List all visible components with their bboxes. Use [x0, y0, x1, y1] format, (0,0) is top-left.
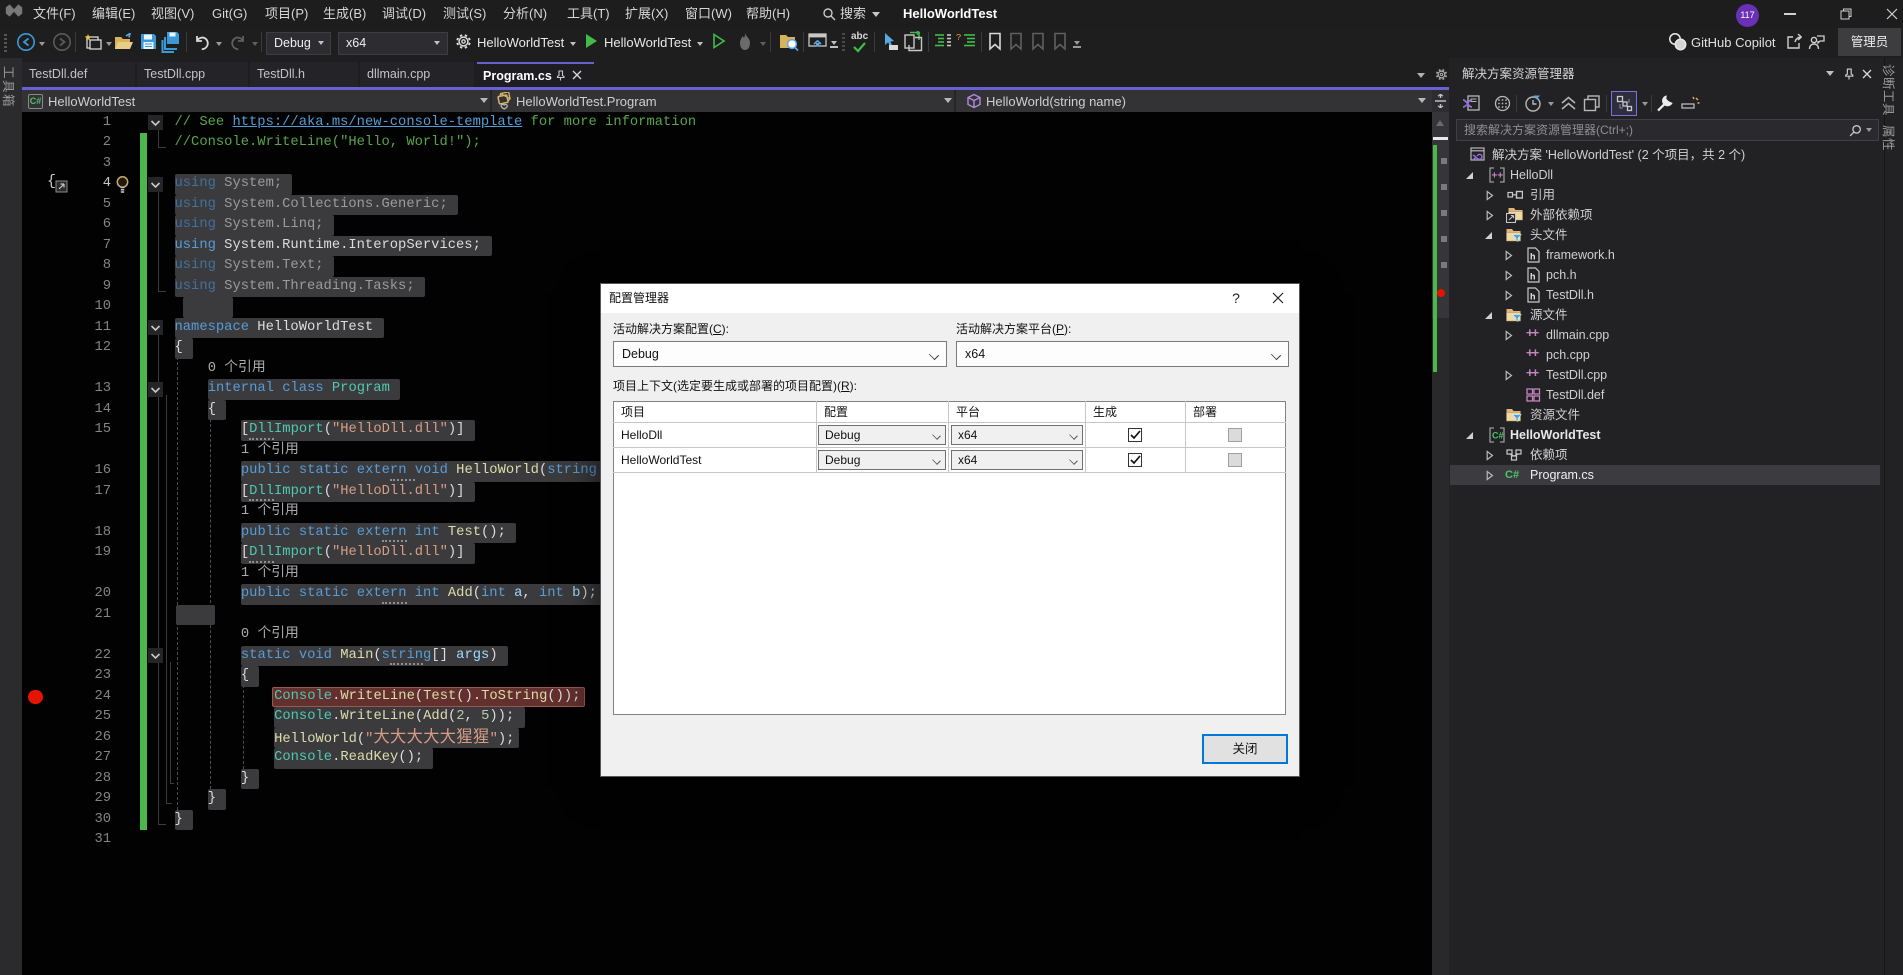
svg-text:h: h [1530, 252, 1536, 262]
svg-text:h: h [1530, 272, 1536, 282]
svg-text:C#: C# [1492, 431, 1504, 441]
svg-text:h: h [1530, 292, 1536, 302]
svg-text:++: ++ [1492, 171, 1504, 182]
svg-text:?: ? [956, 33, 961, 43]
